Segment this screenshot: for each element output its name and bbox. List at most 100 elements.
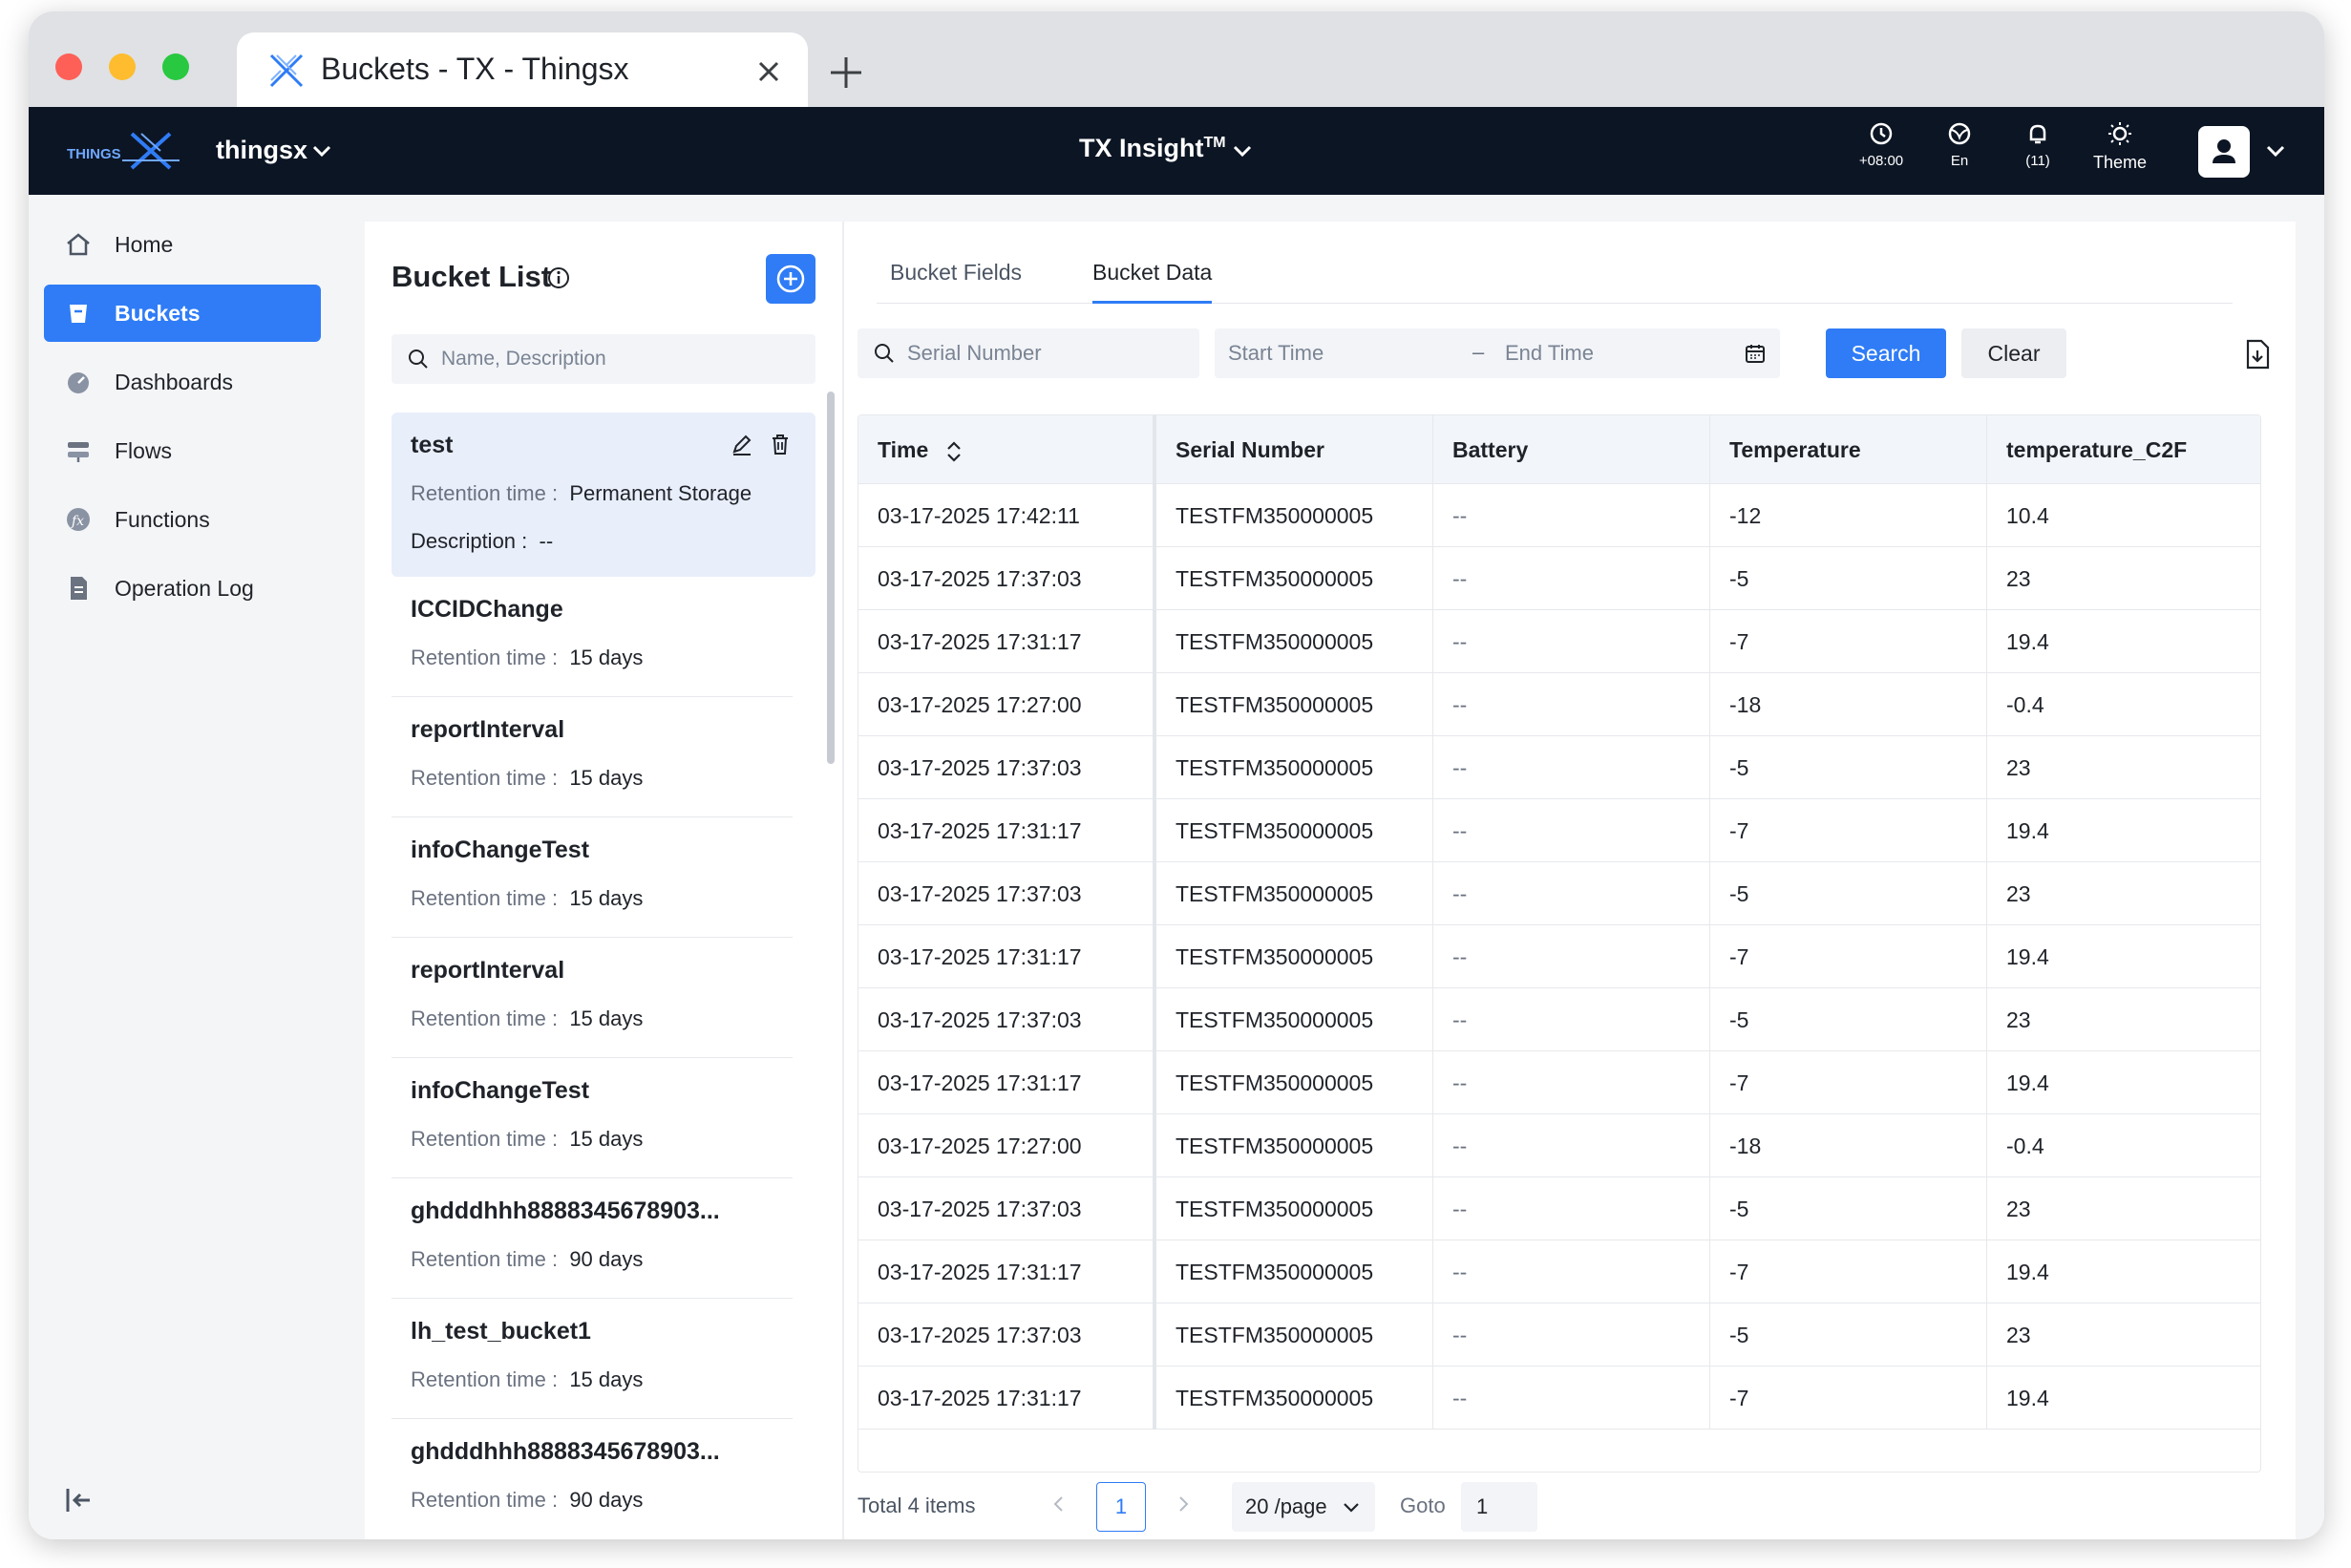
column-header-time[interactable]: Time <box>858 415 1156 484</box>
product-switcher[interactable]: TX InsightTM <box>1079 134 1226 163</box>
bucket-name: infoChangeTest <box>411 837 590 863</box>
bucket-item[interactable]: infoChangeTest Retention time : 15 days <box>392 1058 793 1178</box>
bucket-list-title: Bucket List <box>392 260 552 293</box>
bucket-item[interactable]: ICCIDChange Retention time : 15 days <box>392 577 793 697</box>
range-separator: – <box>1472 340 1485 364</box>
start-time-input[interactable] <box>1228 328 1457 378</box>
timezone-button[interactable]: +08:00 <box>1843 120 1919 181</box>
table-row[interactable]: 03-17-2025 17:31:17 TESTFM350000005 -- -7 19… <box>858 1367 2260 1430</box>
table-row[interactable]: 03-17-2025 17:37:03 TESTFM350000005 -- -5 23 <box>858 988 2260 1051</box>
bucket-item[interactable]: reportInterval Retention time : 15 days <box>392 938 793 1058</box>
home-icon <box>63 229 94 260</box>
cell-temperature-c2f: 23 <box>2006 1197 2031 1221</box>
chevron-down-icon[interactable] <box>311 143 332 160</box>
plus-icon[interactable] <box>827 53 865 92</box>
table-row[interactable]: 03-17-2025 17:37:03 TESTFM350000005 -- -5 23 <box>858 736 2260 799</box>
search-button[interactable]: Search <box>1826 328 1946 378</box>
chevron-down-icon[interactable] <box>2265 143 2286 160</box>
window-minimize-dot[interactable] <box>109 53 136 80</box>
cell-time: 03-17-2025 17:27:00 <box>858 1114 1156 1177</box>
table-row[interactable]: 03-17-2025 17:37:03 TESTFM350000005 -- -5 23 <box>858 862 2260 925</box>
cell-time: 03-17-2025 17:31:17 <box>858 799 1156 862</box>
cell-battery: -- <box>1433 1240 1710 1303</box>
browser-tab[interactable]: Buckets - TX - Thingsx <box>237 32 808 107</box>
cell-time: 03-17-2025 17:37:03 <box>858 862 1156 925</box>
table-row[interactable]: 03-17-2025 17:31:17 TESTFM350000005 -- -7 19… <box>858 925 2260 988</box>
edit-icon[interactable] <box>730 432 754 456</box>
table-row[interactable]: 03-17-2025 17:27:00 TESTFM350000005 -- -18-… <box>858 673 2260 736</box>
chevron-down-icon[interactable] <box>1232 143 1253 160</box>
chevron-left-icon[interactable] <box>1047 1492 1071 1516</box>
bucket-item[interactable]: ghdddhhh8888345678903... Retention time … <box>392 1419 793 1539</box>
trash-icon[interactable] <box>768 432 793 456</box>
language-button[interactable]: En <box>1921 120 1998 181</box>
user-avatar[interactable] <box>2198 126 2250 178</box>
sidebar-item-dashboards[interactable]: Dashboards <box>44 353 321 411</box>
cell-serial-number: TESTFM350000005 <box>1156 736 1433 799</box>
table-row[interactable]: 03-17-2025 17:31:17 TESTFM350000005 -- -7 19… <box>858 610 2260 673</box>
sidebar-item-buckets[interactable]: Buckets <box>44 285 321 342</box>
table-row[interactable]: 03-17-2025 17:37:03 TESTFM350000005 -- -5 23 <box>858 547 2260 610</box>
end-time-input[interactable] <box>1505 328 1734 378</box>
cell-battery: -- <box>1433 736 1710 799</box>
cell-serial-number: TESTFM350000005 <box>1156 799 1433 862</box>
collapse-sidebar-icon[interactable] <box>63 1484 95 1516</box>
add-bucket-button[interactable] <box>766 254 815 304</box>
theme-button[interactable]: Theme <box>2082 120 2158 181</box>
cell-time: 03-17-2025 17:37:03 <box>858 988 1156 1051</box>
retention-value: 15 days <box>569 886 644 910</box>
bucket-item[interactable]: ghdddhhh8888345678903... Retention time … <box>392 1178 793 1299</box>
cell-temperature-c2f: -0.4 <box>2006 692 2044 717</box>
page-size-value: 20 /page <box>1245 1494 1327 1518</box>
table-row[interactable]: 03-17-2025 17:27:00 TESTFM350000005 -- -18-… <box>858 1114 2260 1177</box>
table-row[interactable]: 03-17-2025 17:37:03 TESTFM350000005 -- -5 23 <box>858 1177 2260 1240</box>
log-icon <box>63 573 94 604</box>
cell-temperature: -5 <box>1710 988 1987 1051</box>
bucket-search-input[interactable] <box>441 334 804 384</box>
cell-temperature: -5 <box>1710 547 1987 610</box>
org-switcher[interactable]: thingsx <box>216 136 307 165</box>
table-row[interactable]: 03-17-2025 17:42:11 TESTFM350000005 -- -12 1… <box>858 484 2260 547</box>
user-icon <box>2213 139 2235 163</box>
sidebar-item-home[interactable]: Home <box>44 216 321 273</box>
window-maximize-dot[interactable] <box>162 53 189 80</box>
table-row[interactable]: 03-17-2025 17:31:17 TESTFM350000005 -- -7 19… <box>858 799 2260 862</box>
bucket-list-scrollbar[interactable] <box>827 392 835 764</box>
cell-temperature-c2f: 19.4 <box>2006 1260 2049 1284</box>
close-icon[interactable] <box>754 57 783 86</box>
calendar-icon[interactable] <box>1744 342 1767 365</box>
chevron-down-icon <box>1344 1503 1359 1513</box>
chevron-right-icon[interactable] <box>1171 1492 1196 1516</box>
export-file-icon[interactable] <box>2242 338 2273 371</box>
table-row[interactable]: 03-17-2025 17:31:17 TESTFM350000005 -- -7 19… <box>858 1051 2260 1114</box>
bucket-item[interactable]: infoChangeTest Retention time : 15 days <box>392 817 793 938</box>
cell-serial-number: TESTFM350000005 <box>1156 925 1433 988</box>
serial-number-input[interactable] <box>907 328 1194 378</box>
sidebar-item-functions[interactable]: fx Functions <box>44 491 321 548</box>
info-icon[interactable] <box>546 265 571 290</box>
bucket-item-selected[interactable]: test Retention time : Permanent Storage … <box>392 413 815 577</box>
bucket-item[interactable]: lh_test_bucket1 Retention time : 15 days <box>392 1299 793 1419</box>
cell-time: 03-17-2025 17:37:03 <box>858 1303 1156 1367</box>
bucket-retention: Retention time : 15 days <box>411 886 643 911</box>
cell-battery: -- <box>1433 1367 1710 1430</box>
bucket-item[interactable]: reportInterval Retention time : 15 days <box>392 697 793 817</box>
goto-page-input[interactable]: 1 <box>1461 1482 1537 1532</box>
notifications-button[interactable]: (11) <box>2000 120 2076 181</box>
sidebar-item-operation-log[interactable]: Operation Log <box>44 560 321 617</box>
brand-logo[interactable]: THINGS <box>65 130 183 172</box>
tab-bucket-data[interactable]: Bucket Data <box>1092 260 1213 304</box>
table-row[interactable]: 03-17-2025 17:37:03 TESTFM350000005 -- -5 23 <box>858 1303 2260 1367</box>
thingsx-logo-icon <box>269 53 304 88</box>
page-size-select[interactable]: 20 /page <box>1232 1482 1375 1532</box>
cell-battery: -- <box>1433 1114 1710 1177</box>
window-close-dot[interactable] <box>55 53 82 80</box>
current-page[interactable]: 1 <box>1096 1482 1146 1532</box>
sidebar-item-flows[interactable]: Flows <box>44 422 321 479</box>
table-row[interactable]: 03-17-2025 17:31:17 TESTFM350000005 -- -7 19… <box>858 1240 2260 1303</box>
sort-icon[interactable] <box>944 439 964 464</box>
search-icon <box>875 344 894 363</box>
clear-button[interactable]: Clear <box>1961 328 2066 378</box>
bucket-name: lh_test_bucket1 <box>411 1318 591 1345</box>
tab-bucket-fields[interactable]: Bucket Fields <box>890 260 1022 304</box>
